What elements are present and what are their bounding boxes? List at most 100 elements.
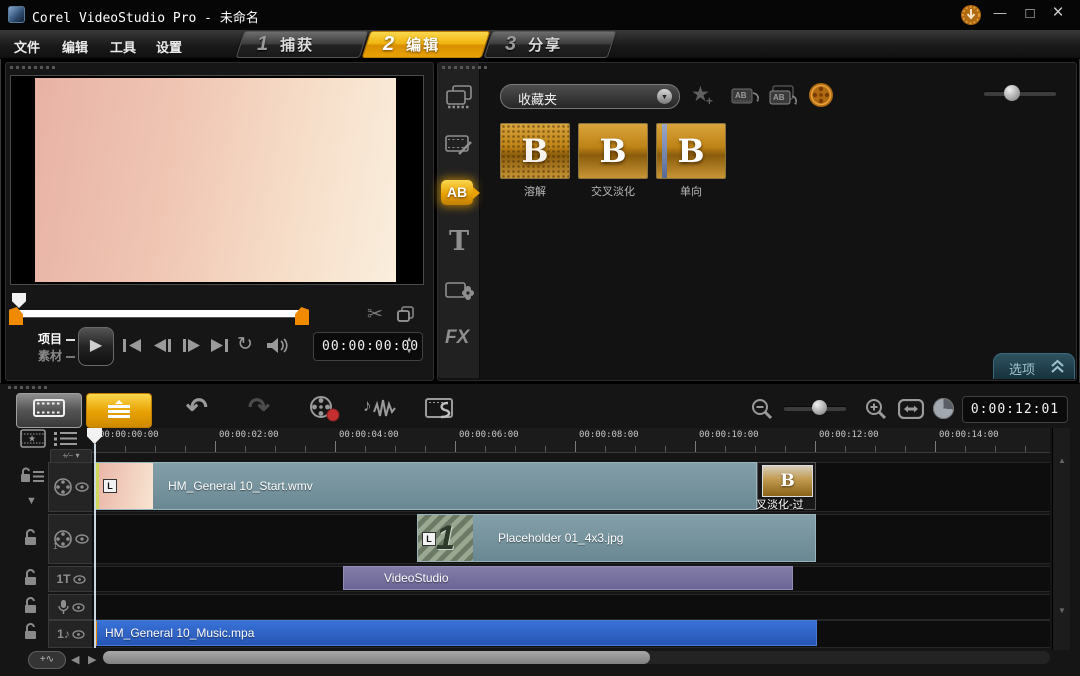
menu-tools[interactable]: 工具 bbox=[110, 37, 136, 56]
auto-music-button[interactable] bbox=[424, 394, 460, 429]
split-clip-button[interactable] bbox=[396, 305, 416, 328]
sidebar-filters-icon[interactable]: FX bbox=[445, 327, 469, 349]
sound-mixer-button[interactable]: ♪ bbox=[362, 394, 402, 429]
title-clip[interactable]: VideoStudio bbox=[343, 566, 793, 590]
minimize-button[interactable]: — bbox=[990, 4, 1010, 24]
lock-overlay-track-icon[interactable] bbox=[24, 529, 38, 546]
overlay-track-button[interactable]: 1 bbox=[48, 514, 94, 564]
transition-clip[interactable]: B 叉淡化-过 bbox=[757, 462, 816, 510]
lock-music-track-icon[interactable] bbox=[24, 623, 38, 640]
voice-track-row[interactable] bbox=[92, 594, 1050, 620]
timeline-timecode-value: 0:00:12:01 bbox=[971, 402, 1059, 417]
next-frame-button[interactable] bbox=[180, 337, 204, 359]
thumbnail-size-slider-thumb[interactable] bbox=[1004, 85, 1020, 101]
tab-share-label: 分享 bbox=[528, 34, 562, 55]
redo-button[interactable]: ↷ bbox=[248, 392, 270, 423]
auto-transition-reel-icon[interactable] bbox=[808, 82, 834, 113]
repeat-button[interactable]: ↻ bbox=[237, 333, 253, 356]
timeline-panel-grip[interactable] bbox=[8, 386, 47, 389]
ruler-label: 00:00:04:00 bbox=[339, 430, 399, 440]
gallery-dropdown-chevron[interactable]: ▼ bbox=[657, 89, 672, 104]
tab-share[interactable]: 3分享 bbox=[484, 31, 617, 58]
menu-edit[interactable]: 编辑 bbox=[62, 37, 88, 56]
music-track-button[interactable]: 1♪ bbox=[48, 620, 94, 648]
timeline-view-button[interactable] bbox=[86, 393, 152, 428]
scroll-left-button[interactable]: ◀ bbox=[71, 653, 79, 666]
timeline-hscrollbar-thumb[interactable] bbox=[103, 651, 650, 664]
options-button[interactable]: 选项 bbox=[993, 353, 1075, 379]
timeline-playhead-line bbox=[94, 444, 96, 648]
zoom-in-button[interactable] bbox=[864, 397, 888, 426]
tab-edit-number: 2 bbox=[383, 33, 394, 56]
fit-to-window-button[interactable] bbox=[898, 399, 924, 424]
cut-clip-button[interactable]: ✂ bbox=[367, 303, 383, 326]
update-button[interactable] bbox=[960, 4, 982, 26]
tab-capture[interactable]: 1捕获 bbox=[236, 31, 369, 58]
volume-button[interactable] bbox=[265, 337, 291, 359]
zoom-out-button[interactable] bbox=[750, 397, 774, 426]
sidebar-titles-icon[interactable]: T bbox=[449, 226, 469, 257]
play-button[interactable]: ▶ bbox=[78, 327, 114, 366]
preview-trim-bar[interactable] bbox=[16, 310, 302, 317]
svg-text:★: ★ bbox=[28, 434, 36, 444]
timeline-ruler[interactable]: 00:00:00:00 00:00:02:00 00:00:04:00 00:0… bbox=[92, 428, 1050, 453]
close-button[interactable]: × bbox=[1048, 2, 1068, 24]
add-to-favorites-button[interactable]: ★+ bbox=[691, 82, 721, 108]
mode-clip-label[interactable]: 素材 bbox=[38, 347, 75, 364]
mode-project-label[interactable]: 项目 bbox=[38, 330, 75, 347]
chapter-point-button[interactable]: +∿ bbox=[28, 651, 66, 669]
menu-file[interactable]: 文件 bbox=[14, 37, 40, 56]
ripple-edit-all-button[interactable] bbox=[20, 467, 46, 484]
undo-button[interactable]: ↶ bbox=[186, 392, 208, 423]
eye-icon bbox=[72, 603, 85, 612]
menu-settings[interactable]: 设置 bbox=[156, 37, 182, 56]
apply-random-transitions-button[interactable]: AB bbox=[767, 83, 799, 114]
go-start-button[interactable] bbox=[120, 337, 144, 359]
transition-card-oneway[interactable]: B 单向 bbox=[656, 123, 726, 199]
lock-title-track-icon[interactable] bbox=[24, 569, 38, 586]
record-capture-button[interactable] bbox=[306, 394, 344, 429]
apply-current-transition-button[interactable]: AB bbox=[729, 83, 761, 114]
timecode-spin-down[interactable]: ▼ bbox=[407, 347, 412, 355]
maximize-button[interactable]: □ bbox=[1020, 4, 1040, 24]
transition-card-crossfade[interactable]: B 交叉淡化 bbox=[578, 123, 648, 199]
timeline-view-icon bbox=[106, 398, 132, 423]
voice-track-button[interactable] bbox=[48, 594, 94, 620]
lock-voice-track-icon[interactable] bbox=[24, 597, 38, 614]
track-collapse-chevron[interactable]: ▼ bbox=[26, 495, 37, 507]
library-panel-grip[interactable] bbox=[442, 66, 487, 69]
thumbnail-size-slider-track[interactable] bbox=[984, 91, 1056, 96]
add-remove-track-button[interactable]: +∕− ▾ bbox=[50, 449, 92, 463]
storyboard-view-button[interactable] bbox=[16, 393, 82, 428]
tab-edit[interactable]: 2编辑 bbox=[362, 31, 491, 58]
scroll-right-button[interactable]: ▶ bbox=[88, 653, 96, 666]
transition-label: 单向 bbox=[656, 183, 726, 199]
sidebar-transitions-tab[interactable]: AB bbox=[441, 180, 473, 205]
track-manager-button[interactable]: ★ bbox=[20, 429, 46, 453]
transition-card-dissolve[interactable]: B 溶解 bbox=[500, 123, 570, 199]
preview-timecode[interactable]: 00:00:00:00 ▲ ▼ bbox=[313, 332, 423, 361]
gallery-dropdown[interactable]: 收藏夹 ▼ bbox=[500, 84, 680, 109]
music-clip[interactable]: HM_General 10_Music.mpa bbox=[95, 620, 817, 646]
title-track-button[interactable]: 1T bbox=[48, 566, 94, 592]
vscroll-up-arrow[interactable]: ▲ bbox=[1058, 456, 1066, 465]
go-end-button[interactable] bbox=[208, 337, 232, 359]
sidebar-media-icon[interactable] bbox=[444, 84, 474, 116]
timeline-timecode[interactable]: 0:00:12:01 bbox=[962, 396, 1068, 423]
sidebar-graphics-icon[interactable] bbox=[444, 280, 474, 311]
eye-icon bbox=[72, 630, 85, 639]
app-logo-icon bbox=[8, 6, 25, 23]
video-clip[interactable]: L HM_General 10_Start.wmv bbox=[95, 462, 757, 510]
overlay-clip[interactable]: 1 L Placeholder 01_4x3.jpg bbox=[417, 514, 816, 562]
transition-clip-letter: B bbox=[780, 471, 794, 491]
project-duration-icon[interactable] bbox=[933, 398, 954, 419]
timeline-zoom-slider-thumb[interactable] bbox=[812, 400, 827, 415]
sidebar-instant-project-icon[interactable] bbox=[444, 132, 474, 164]
timeline-vscrollbar[interactable]: ▲ ▼ bbox=[1052, 428, 1070, 650]
timecode-spin-up[interactable]: ▲ bbox=[407, 335, 412, 343]
vscroll-down-arrow[interactable]: ▼ bbox=[1058, 606, 1066, 615]
video-track-button[interactable] bbox=[48, 462, 94, 512]
preview-panel-grip[interactable] bbox=[10, 66, 55, 69]
prev-frame-button[interactable] bbox=[150, 337, 174, 359]
ruler-label: 00:00:00:00 bbox=[99, 430, 159, 440]
